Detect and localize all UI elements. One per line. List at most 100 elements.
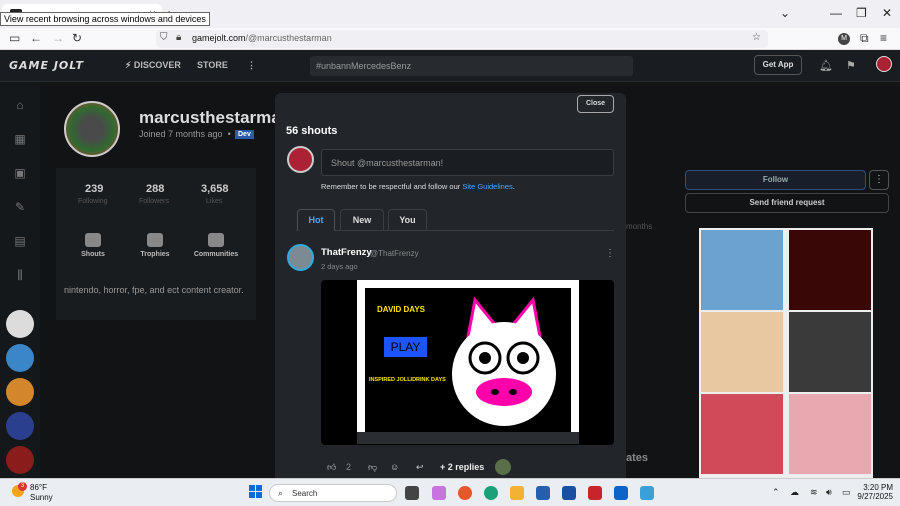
battery-icon[interactable]: ▭ (842, 487, 851, 498)
site-header: GAME JOLT ⚡︎ DISCOVER STORE ⋮ #unbannMer… (0, 50, 900, 82)
communities-link[interactable]: Communities (186, 251, 246, 258)
sidebar-store-icon[interactable]: ▦ (12, 132, 28, 148)
sidebar-chat-icon[interactable]: ▤ (12, 234, 28, 250)
reload-icon[interactable]: ↻ (72, 31, 82, 45)
wifi-icon[interactable]: ≋ (810, 487, 818, 498)
copilot-icon[interactable] (432, 486, 446, 500)
reply-avatar[interactable] (495, 459, 511, 475)
site-search-input[interactable]: #unbannMercedesBenz (310, 56, 633, 76)
nav-store[interactable]: STORE (197, 60, 228, 70)
sidebar-backpack-icon[interactable]: ▣ (12, 166, 28, 182)
game-title: DAVID DAYS (377, 305, 426, 314)
list-tabs-icon[interactable]: ⌄ (780, 6, 790, 20)
ad-image[interactable] (701, 312, 783, 392)
left-sidebar: ⌂ ▦ ▣ ✎ ▤ ⫼ (0, 82, 40, 478)
ad-image[interactable] (701, 394, 783, 474)
app-icon[interactable] (640, 486, 654, 500)
sidebar-community-1[interactable] (6, 310, 34, 338)
post-media[interactable]: DAVID DAYS PLAY INSPIRED JOLLIDRINK DAYS (321, 280, 614, 445)
post-author-avatar[interactable] (287, 244, 314, 271)
bookmark-star-icon[interactable]: ☆ (752, 32, 761, 43)
following-count[interactable]: 239 (85, 183, 103, 195)
firefox-icon[interactable] (458, 486, 472, 500)
weather-temperature[interactable]: 86°F (30, 483, 47, 492)
url-bar[interactable]: ⛉ 🔒︎ gamejolt.com/@marcusthestarman ☆ (156, 30, 768, 48)
tab-new[interactable]: New (340, 209, 384, 231)
edge-icon[interactable] (484, 486, 498, 500)
lock-icon[interactable]: 🔒︎ (176, 32, 181, 43)
quests-icon[interactable]: ⚑ (846, 59, 856, 72)
sidebar-toggle-icon[interactable]: ▭ (9, 31, 20, 45)
ad-image[interactable] (701, 230, 783, 310)
like-icon[interactable]: 👍︎ (327, 462, 336, 473)
sidebar-activity-icon[interactable]: ⌂ (12, 98, 28, 114)
task-view-icon[interactable] (405, 486, 419, 500)
post-more-icon[interactable]: ⋮ (605, 248, 615, 259)
game-screenshot-taskbar (357, 432, 579, 444)
close-button[interactable]: Close (577, 95, 614, 113)
tab-hot[interactable]: Hot (297, 209, 335, 231)
profile-more-icon[interactable]: ⋮ (869, 170, 889, 190)
sidebar-community-2[interactable] (6, 344, 34, 372)
url-text[interactable]: gamejolt.com/@marcusthestarman (192, 33, 332, 43)
shouts-link[interactable]: Shouts (63, 251, 123, 258)
gamejolt-logo[interactable]: GAME JOLT (9, 59, 84, 72)
store-app-icon[interactable] (536, 486, 550, 500)
site-guidelines-link[interactable]: Site Guidelines (462, 182, 512, 191)
back-icon[interactable]: ← (30, 31, 42, 45)
follow-button[interactable]: Follow (685, 170, 866, 190)
weather-condition[interactable]: Sunny (30, 493, 53, 502)
tab-you[interactable]: You (388, 209, 427, 231)
mcafee-icon[interactable] (588, 486, 602, 500)
ad-image[interactable] (789, 312, 871, 392)
profile-joined: Joined 7 months ago • (139, 129, 231, 139)
outlook-icon[interactable] (614, 486, 628, 500)
sidebar-community-3[interactable] (6, 378, 34, 406)
app-l-icon[interactable] (562, 486, 576, 500)
onedrive-icon[interactable]: ☁ (790, 487, 799, 498)
file-explorer-icon[interactable] (510, 486, 524, 500)
window-close-icon[interactable]: ✕ (882, 6, 892, 20)
forward-icon[interactable]: → (52, 31, 64, 45)
communities-icon (208, 233, 224, 247)
nav-discover[interactable]: ⚡︎ DISCOVER (125, 60, 181, 71)
account-icon[interactable]: M (838, 33, 850, 45)
more-icon[interactable]: ⋮ (247, 60, 256, 71)
reply-icon[interactable]: ↩ (416, 462, 424, 473)
user-avatar[interactable] (876, 56, 892, 72)
taskbar-search[interactable]: ⌕ Search (269, 484, 397, 502)
replies-link[interactable]: + 2 replies (440, 462, 484, 472)
post-actions: 👍︎ 2 👎︎ ☺ ↩ + 2 replies (275, 459, 626, 478)
dislike-icon[interactable]: 👎︎ (368, 462, 377, 473)
get-app-button[interactable]: Get App (754, 55, 802, 75)
post-timestamp[interactable]: 2 days ago (321, 262, 358, 271)
volume-icon[interactable]: 🔊︎ (826, 487, 832, 498)
restore-icon[interactable]: ❐ (856, 6, 867, 20)
sidebar-library-icon[interactable]: ⫼ (12, 268, 28, 284)
post-author-name[interactable]: ThatFrenzy (321, 247, 372, 258)
followers-count[interactable]: 288 (146, 183, 164, 195)
game-screen: DAVID DAYS PLAY INSPIRED JOLLIDRINK DAYS (365, 288, 571, 440)
sidebar-creator-icon[interactable]: ✎ (12, 200, 28, 216)
ad-image[interactable] (789, 230, 871, 310)
friend-request-button[interactable]: Send friend request (685, 193, 889, 213)
shout-input[interactable]: Shout @marcusthestarman! (321, 149, 614, 176)
extensions-icon[interactable]: ⧉ (860, 31, 869, 46)
shield-icon[interactable]: ⛉ (160, 32, 168, 43)
menu-icon[interactable]: ≡ (880, 31, 887, 45)
sidebar-community-4[interactable] (6, 412, 34, 440)
minimize-icon[interactable]: — (830, 6, 842, 20)
post-author-handle[interactable]: @ThatFrenzy (370, 249, 419, 258)
nav-discover-label: DISCOVER (133, 60, 181, 70)
profile-avatar[interactable] (64, 101, 120, 157)
start-button[interactable] (249, 485, 263, 499)
sidebar-community-5[interactable] (6, 446, 34, 474)
system-clock[interactable]: 3:20 PM 9/27/2025 (855, 483, 893, 501)
notifications-icon[interactable]: 🔔︎ (819, 59, 833, 72)
trophies-link[interactable]: Trophies (125, 251, 185, 258)
ad-banner[interactable] (699, 228, 873, 478)
show-hidden-icons[interactable]: ⌃ (772, 487, 780, 498)
ad-image[interactable] (789, 394, 871, 474)
react-icon[interactable]: ☺ (390, 462, 399, 472)
clock-date: 9/27/2025 (857, 492, 893, 501)
